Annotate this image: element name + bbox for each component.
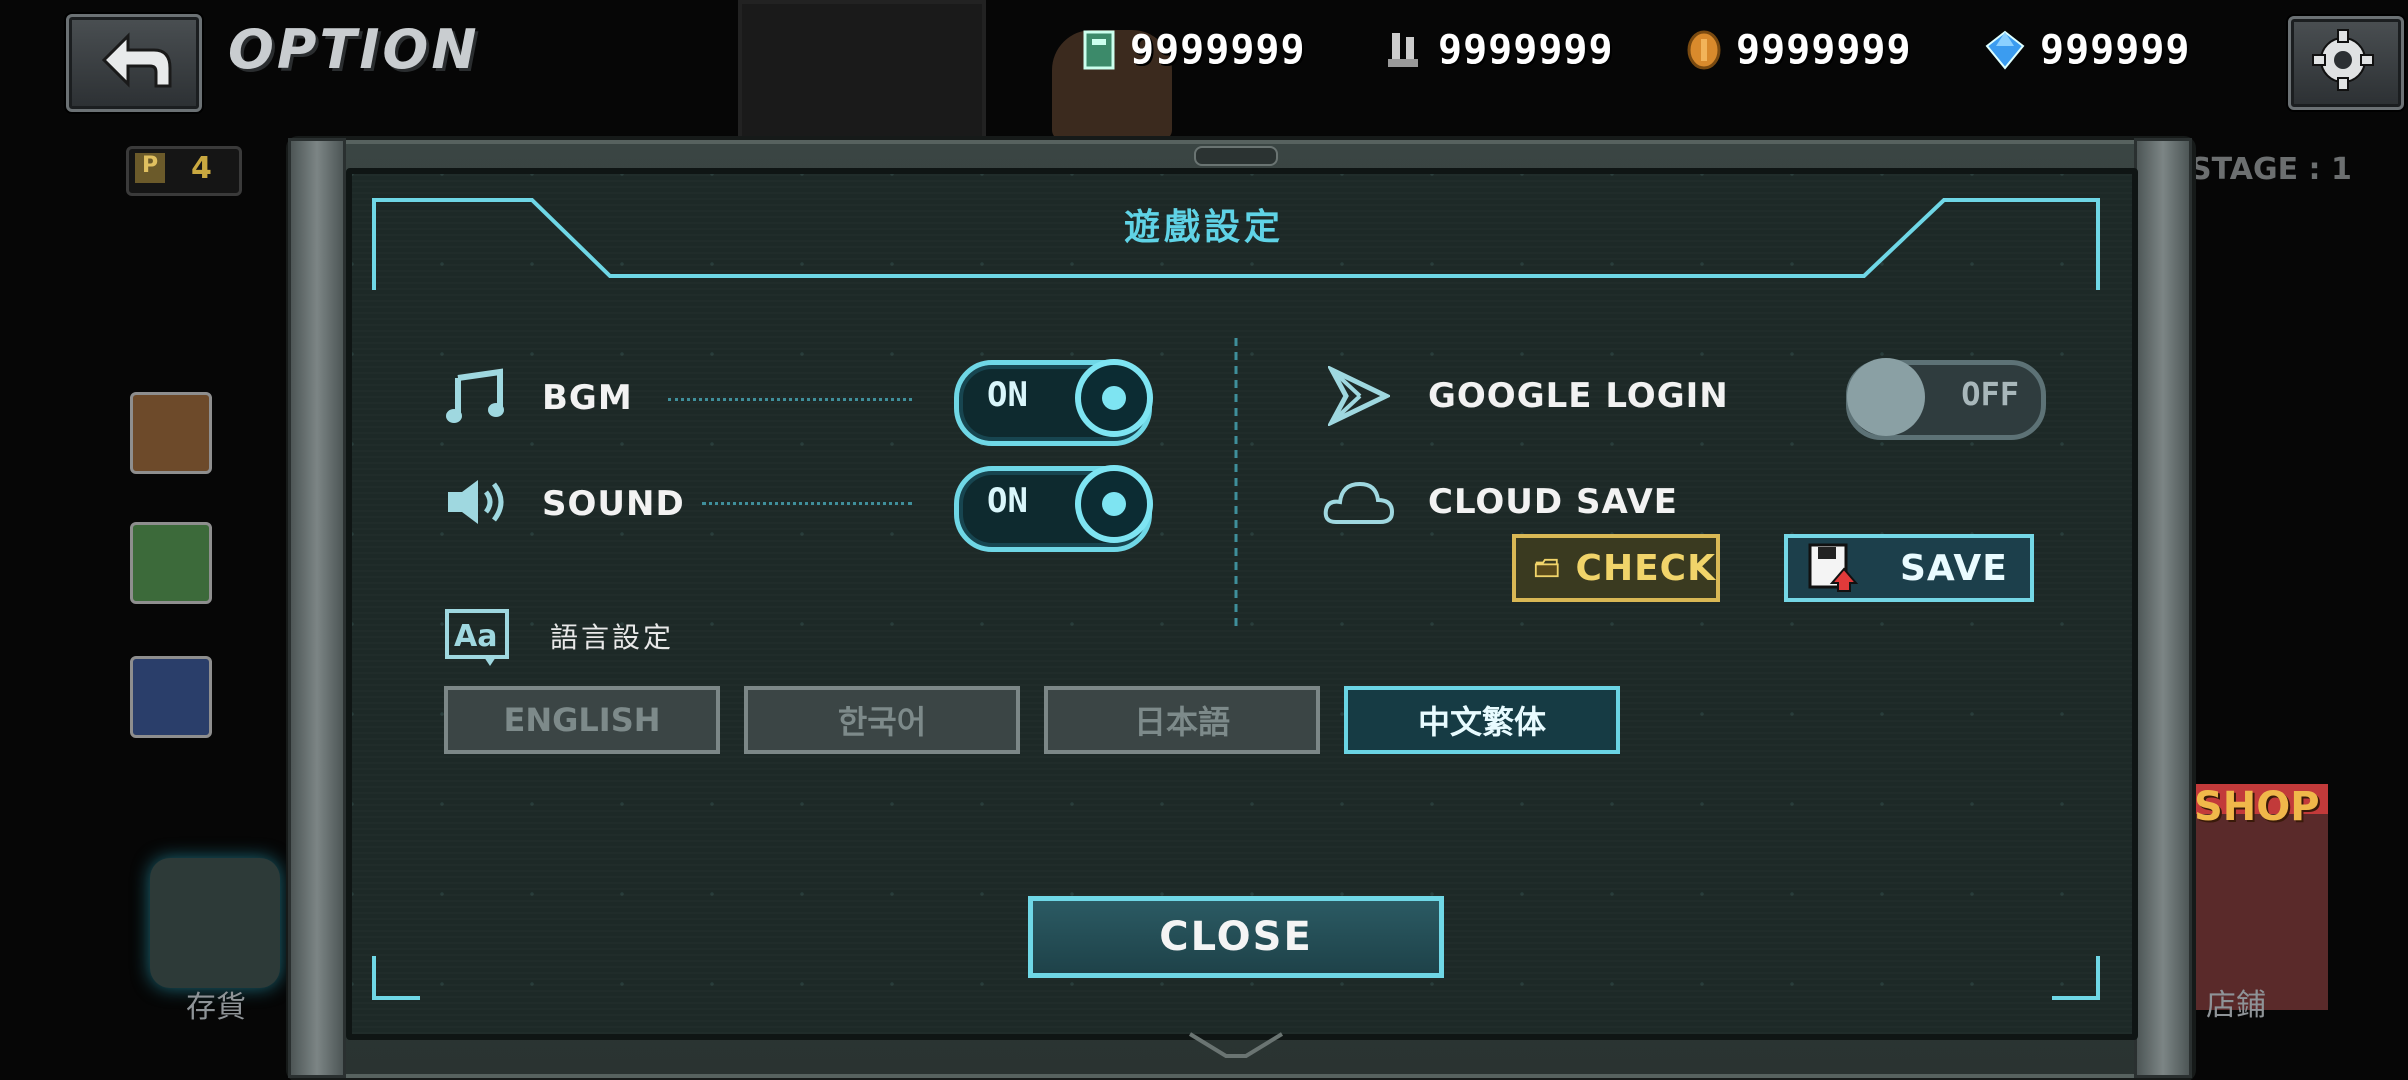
bgm-toggle[interactable]: ON	[954, 359, 1153, 446]
bgm-label: BGM	[542, 378, 633, 418]
sound-divider	[702, 502, 912, 505]
sound-toggle[interactable]: ON	[954, 465, 1153, 552]
save-disk-icon	[1808, 543, 1859, 592]
font-aa-icon: Aa	[445, 609, 509, 666]
google-login-toggle-knob	[1847, 358, 1925, 436]
save-label: SAVE	[1900, 547, 2008, 589]
sound-label: SOUND	[542, 484, 685, 524]
bgm-divider	[668, 398, 912, 401]
language-chinese-traditional-button[interactable]: 中文繁体	[1344, 686, 1620, 754]
panel-title: 遊戲設定	[1123, 207, 1284, 248]
sound-toggle-knob	[1075, 465, 1153, 543]
frame-bottom-emblem	[1188, 1032, 1284, 1058]
music-note-icon	[446, 368, 504, 423]
language-korean-button[interactable]: 한국어	[744, 686, 1020, 754]
language-label: 語言設定	[550, 621, 675, 654]
check-label: CHECK	[1575, 547, 1716, 589]
svg-text:Aa: Aa	[454, 619, 497, 654]
close-button[interactable]: CLOSE	[1028, 896, 1444, 978]
bgm-toggle-knob	[1075, 359, 1153, 437]
bgm-toggle-state: ON	[987, 375, 1028, 415]
folder-icon	[1534, 558, 1559, 578]
speaker-icon	[448, 480, 504, 524]
sound-toggle-state: ON	[987, 481, 1028, 521]
google-play-icon	[1328, 366, 1390, 426]
language-japanese-button[interactable]: 日本語	[1044, 686, 1320, 754]
cloud-save-label: CLOUD SAVE	[1428, 482, 1679, 522]
google-login-toggle[interactable]: OFF	[1846, 358, 2046, 440]
cloud-check-button[interactable]: CHECK	[1512, 534, 1720, 602]
language-english-button[interactable]: ENGLISH	[444, 686, 720, 754]
cloud-save-button[interactable]: SAVE	[1784, 534, 2034, 602]
cloud-icon	[1323, 481, 1395, 524]
google-login-toggle-state: OFF	[1961, 375, 2019, 413]
google-login-label: GOOGLE LOGIN	[1428, 376, 1729, 416]
